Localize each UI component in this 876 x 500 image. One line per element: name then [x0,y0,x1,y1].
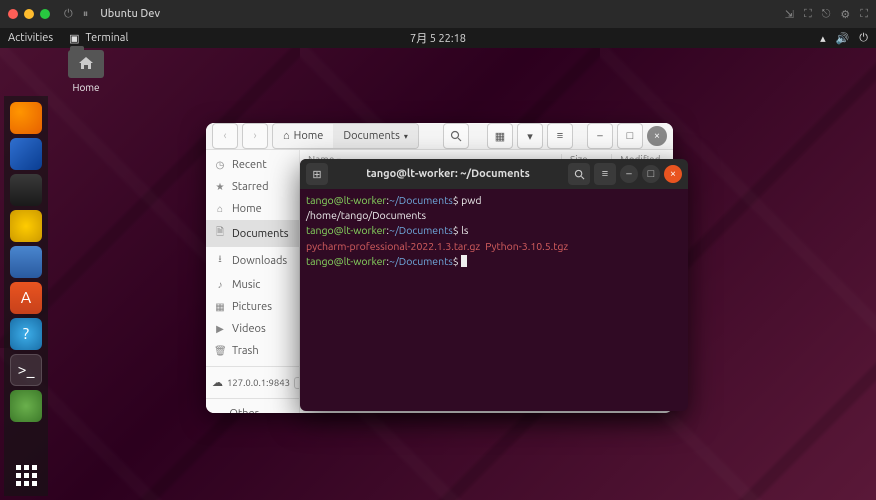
volume-icon[interactable]: 🔊 [836,32,850,45]
sidebar-network-location[interactable]: ☁ 127.0.0.1:9843 ▲ [206,371,299,394]
sidebar-other-locations[interactable]: +Other Locations [206,403,299,413]
activities-button[interactable]: Activities [8,32,53,44]
camera-icon[interactable]: ⛶ [804,8,812,21]
desktop[interactable]: A ? >_ Home ‹ › ⌂ Home Documents ▾ [0,48,876,500]
view-options-button[interactable]: ▾ [517,123,543,149]
sidebar-music[interactable]: ♪Music [206,274,299,296]
search-icon [574,169,585,180]
sidebar-home[interactable]: ⌂Home [206,198,299,220]
close-icon[interactable] [8,9,18,19]
terminal-line: pycharm-professional-2022.1.3.tar.gz Pyt… [306,239,682,254]
terminal-title: tango@lt-worker: ~/Documents [332,168,564,180]
download-icon: ⭳ [214,252,226,269]
pause-icon[interactable]: ⏸ [83,8,89,21]
search-button[interactable] [443,123,469,149]
forward-button[interactable]: › [242,123,268,149]
home-icon: ⌂ [214,203,226,215]
search-icon [450,130,462,142]
dock-terminal[interactable]: >_ [10,354,42,386]
traffic-lights[interactable] [8,9,50,19]
terminal-close-button[interactable]: × [664,165,682,183]
sidebar-recent[interactable]: ◷Recent [206,154,299,176]
vm-titlebar: ⏻ ⏸ Ubuntu Dev ⇲ ⛶ ⎋ ⚙ ⛶ [0,0,876,28]
drive-icon: ☁ [212,376,223,389]
app-menu[interactable]: ▣ Terminal [69,32,128,45]
close-button[interactable]: × [647,126,667,146]
terminal-headerbar: ⊞ tango@lt-worker: ~/Documents ≡ – □ × [300,159,688,189]
usb-icon[interactable]: ⎋ [822,8,831,21]
cursor [461,255,467,267]
home-icon: ⌂ [283,130,290,142]
show-applications-button[interactable] [16,465,37,486]
maximize-button[interactable]: □ [617,123,643,149]
dock-software[interactable]: A [10,282,42,314]
app-menu-label: Terminal [86,32,129,44]
path-home[interactable]: ⌂ Home [273,124,333,148]
clock[interactable]: 7月 5 22:18 [410,30,466,46]
dock-rhythmbox[interactable] [10,210,42,242]
files-sidebar: ◷Recent ★Starred ⌂Home 🗎Documents ⭳Downl… [206,150,300,413]
star-icon: ★ [214,181,226,193]
sidebar-videos[interactable]: ▶Videos [206,318,299,340]
terminal-window: ⊞ tango@lt-worker: ~/Documents ≡ – □ × t… [300,159,688,411]
sidebar-trash[interactable]: 🗑Trash [206,340,299,362]
system-tray[interactable]: ▴ 🔊 ⏻ [820,32,868,45]
document-icon: 🗎 [214,225,226,242]
minimize-button[interactable]: – [587,123,613,149]
grid-view-button[interactable]: ▦ [487,123,513,149]
sidebar-pictures[interactable]: ▦Pictures [206,296,299,318]
expand-icon[interactable]: ⛶ [860,8,868,21]
sidebar-downloads[interactable]: ⭳Downloads [206,247,299,274]
display-icon[interactable]: ⇲ [785,8,794,21]
fullscreen-icon[interactable] [40,9,50,19]
desktop-icon-label: Home [60,82,112,93]
back-button[interactable]: ‹ [212,123,238,149]
folder-icon [68,50,104,78]
dock-files[interactable] [10,174,42,206]
path-bar: ⌂ Home Documents ▾ [272,123,419,149]
dock: A ? >_ [4,96,48,496]
terminal-search-button[interactable] [568,163,590,185]
path-documents[interactable]: Documents ▾ [333,124,418,148]
power-menu-icon[interactable]: ⏻ [859,32,868,45]
dock-firefox[interactable] [10,102,42,134]
files-headerbar: ‹ › ⌂ Home Documents ▾ ▦ ▾ ≡ – [206,123,673,150]
minimize-icon[interactable] [24,9,34,19]
terminal-menu-button[interactable]: ≡ [594,163,616,185]
trash-icon: 🗑 [214,345,226,357]
network-icon[interactable]: ▴ [820,32,826,45]
new-tab-button[interactable]: ⊞ [306,163,328,185]
settings-icon[interactable]: ⚙ [840,8,850,21]
dock-trash[interactable] [10,390,42,422]
dock-help[interactable]: ? [10,318,42,350]
picture-icon: ▦ [214,301,226,313]
vm-title: Ubuntu Dev [100,8,160,20]
sidebar-documents[interactable]: 🗎Documents [206,220,299,247]
chevron-down-icon: ▾ [404,132,408,141]
titlebar-sys-icons: ⏻ ⏸ [64,8,88,21]
sidebar-starred[interactable]: ★Starred [206,176,299,198]
desktop-home-icon[interactable]: Home [60,50,112,93]
gnome-topbar: Activities ▣ Terminal 7月 5 22:18 ▴ 🔊 ⏻ [0,28,876,48]
terminal-line: tango@lt-worker:~/Documents$ pwd [306,193,682,208]
terminal-line: /home/tango/Documents [306,208,682,223]
dock-thunderbird[interactable] [10,138,42,170]
power-icon[interactable]: ⏻ [64,8,73,21]
video-icon: ▶ [214,323,226,335]
hamburger-button[interactable]: ≡ [547,123,573,149]
clock-icon: ◷ [214,159,226,171]
terminal-minimize-button[interactable]: – [620,165,638,183]
terminal-body[interactable]: tango@lt-worker:~/Documents$ pwd /home/t… [300,189,688,411]
terminal-line: tango@lt-worker:~/Documents$ ls [306,223,682,238]
music-icon: ♪ [214,279,226,291]
titlebar-right: ⇲ ⛶ ⎋ ⚙ ⛶ [785,8,868,21]
dock-libreoffice[interactable] [10,246,42,278]
terminal-maximize-button[interactable]: □ [642,165,660,183]
terminal-icon: ▣ [69,32,79,45]
terminal-line: tango@lt-worker:~/Documents$ [306,254,682,269]
